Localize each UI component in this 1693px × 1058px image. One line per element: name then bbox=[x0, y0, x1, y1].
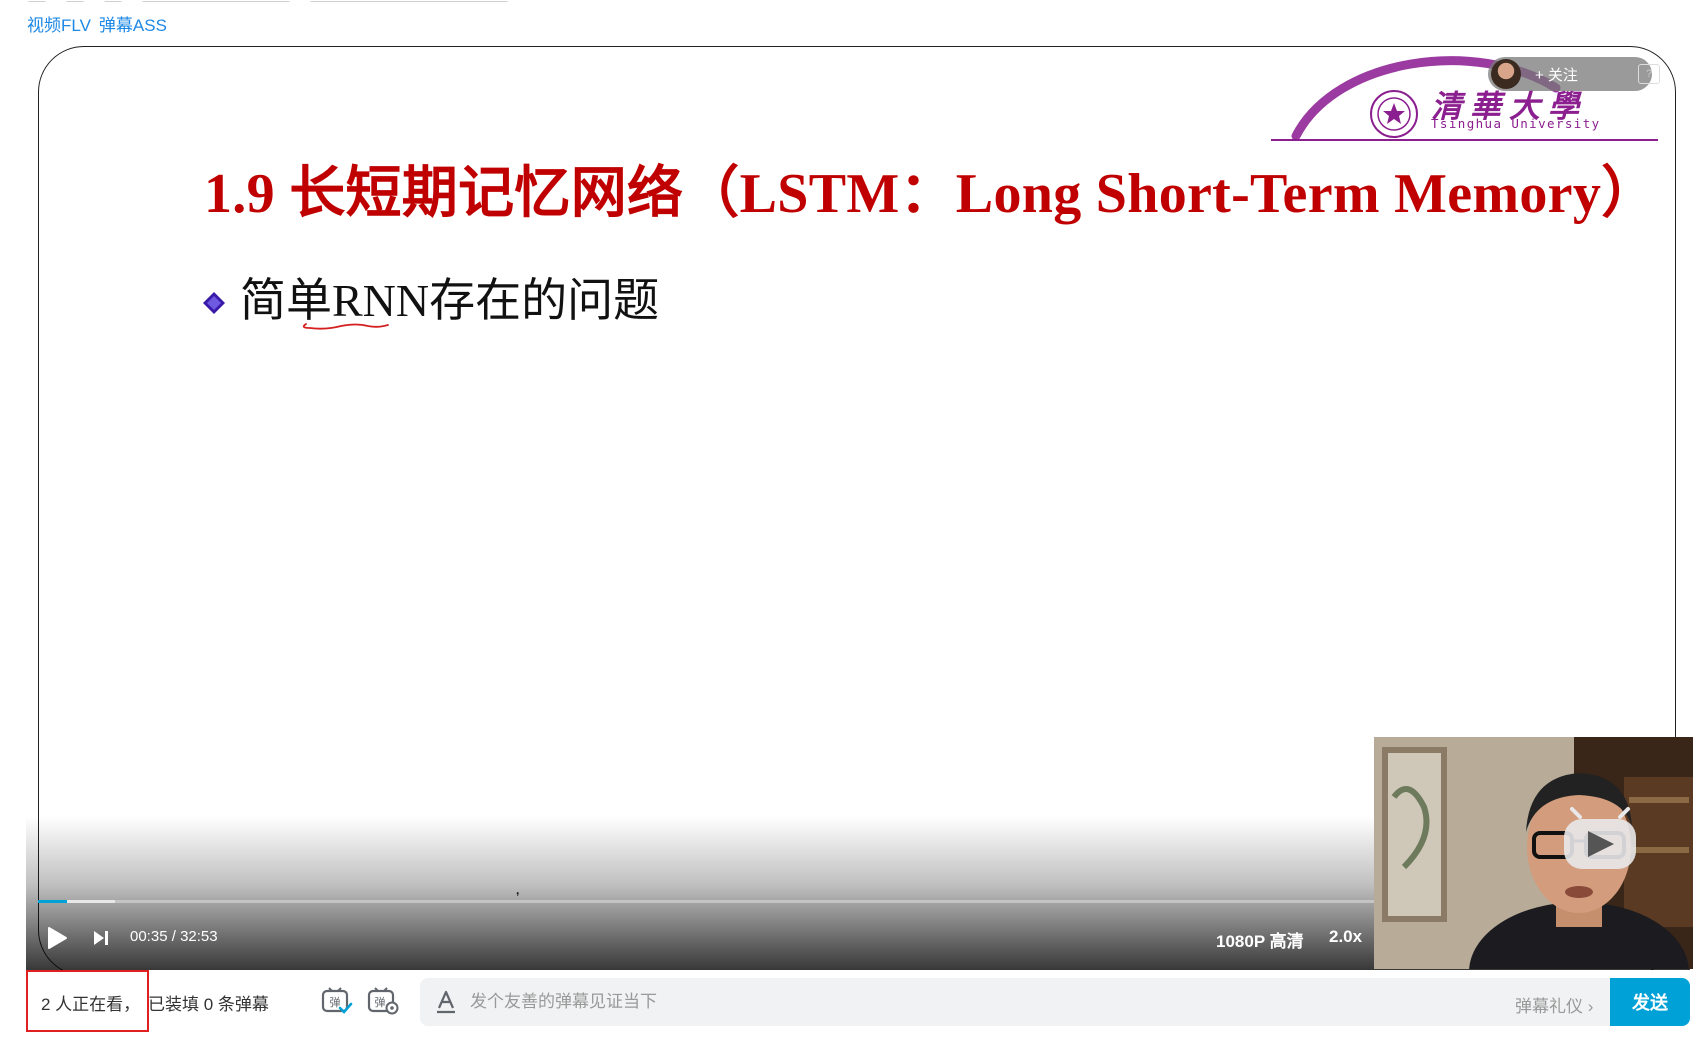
speed-selector[interactable]: 2.0x bbox=[1329, 927, 1362, 947]
svg-text:弹: 弹 bbox=[330, 995, 341, 1009]
next-icon bbox=[94, 931, 108, 945]
duration: 32:53 bbox=[180, 928, 218, 945]
uploader-avatar bbox=[1491, 59, 1521, 89]
follow-button[interactable]: + 关注 bbox=[1488, 57, 1652, 91]
lecturer-video-frame bbox=[1374, 737, 1693, 969]
current-time: 00:35 bbox=[130, 928, 168, 945]
handwritten-underline bbox=[302, 323, 389, 330]
follow-label: + 关注 bbox=[1535, 66, 1578, 84]
danmaku-bar: 2 人正在看， 已装填 0 条弹幕 弹 弹 弹幕礼仪 › 发送 bbox=[26, 970, 1690, 1032]
video-player[interactable]: 清華大學 Tsinghua University + 关注 ? 1.9 长短期记… bbox=[26, 36, 1693, 970]
slide-title: 1.9 长短期记忆网络（LSTM：Long Short-Term Memory） bbox=[204, 163, 1658, 225]
download-danmaku-ass-link[interactable]: 弹幕ASS bbox=[99, 16, 167, 35]
lecturer-camera-overlay bbox=[1374, 737, 1693, 969]
download-video-flv-link[interactable]: 视频FLV bbox=[27, 16, 91, 35]
play-icon bbox=[48, 927, 67, 949]
quality-selector[interactable]: 1080P 高清 bbox=[1216, 927, 1304, 952]
play-button[interactable] bbox=[44, 924, 70, 952]
progress-played bbox=[38, 900, 67, 903]
slide-bullet: 简单RNN存在的问题 bbox=[202, 264, 659, 330]
font-style-icon[interactable] bbox=[434, 989, 458, 1015]
time-separator: / bbox=[171, 928, 176, 945]
diamond-bullet-icon bbox=[203, 292, 225, 314]
viewer-count: 2 人正在看， bbox=[41, 995, 141, 1014]
time-display: 00:35 / 32:53 bbox=[130, 928, 218, 945]
logo-text-english: Tsinghua University bbox=[1431, 116, 1601, 131]
clipped-top-row bbox=[27, 0, 587, 2]
send-button[interactable]: 发送 bbox=[1610, 978, 1690, 1026]
help-icon[interactable]: ? bbox=[1638, 64, 1660, 84]
danmaku-input[interactable] bbox=[470, 986, 1370, 1018]
next-button[interactable] bbox=[90, 926, 112, 950]
danmaku-input-wrapper: 弹幕礼仪 › 发送 bbox=[420, 978, 1690, 1026]
svg-text:弹: 弹 bbox=[375, 995, 386, 1009]
danmaku-settings-icon[interactable]: 弹 bbox=[366, 986, 400, 1016]
danmaku-display-toggle-icon[interactable]: 弹 bbox=[320, 986, 354, 1016]
download-links: 视频FLV 弹幕ASS bbox=[27, 11, 175, 36]
danmaku-etiquette-link[interactable]: 弹幕礼仪 › bbox=[1515, 992, 1593, 1017]
loaded-danmaku-count: 已装填 0 条弹幕 bbox=[148, 995, 269, 1014]
